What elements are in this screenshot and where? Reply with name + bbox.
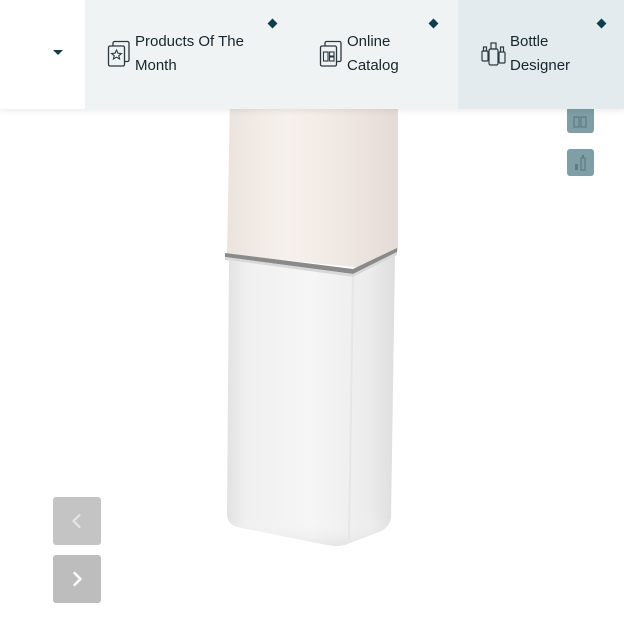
bottles-icon [480, 40, 508, 73]
indicator-diamond-icon [267, 18, 278, 29]
nav-bottle-designer[interactable]: Bottle Designer [458, 0, 624, 109]
next-image-button[interactable] [53, 555, 101, 603]
bottle-thumb-icon [575, 155, 586, 171]
nav-label: Bottle Designer [510, 33, 571, 74]
chevron-left-icon [72, 513, 81, 529]
indicator-diamond-icon [428, 18, 439, 29]
gallery-thumbnail[interactable] [567, 149, 594, 176]
product-bottle-image [225, 100, 398, 546]
indicator-diamond-icon [596, 18, 607, 29]
chevron-right-icon [73, 571, 82, 587]
caret-down-icon[interactable] [53, 50, 63, 55]
nav-products-of-the-month[interactable]: Products Of The Month [85, 0, 290, 109]
gallery-thumbnail[interactable] [567, 106, 594, 133]
nav-label: Products Of The Month [135, 33, 244, 74]
menu-dropdown[interactable] [0, 0, 85, 109]
top-navigation-bar: Products Of The Month Online Catalog Bot… [0, 0, 624, 109]
product-star-icon [107, 40, 131, 73]
bottle-thumb-icon [573, 116, 587, 128]
previous-image-button[interactable] [53, 497, 101, 545]
nav-label: Online Catalog [347, 33, 399, 74]
nav-online-catalog[interactable]: Online Catalog [290, 0, 458, 109]
catalog-icon [319, 40, 343, 73]
